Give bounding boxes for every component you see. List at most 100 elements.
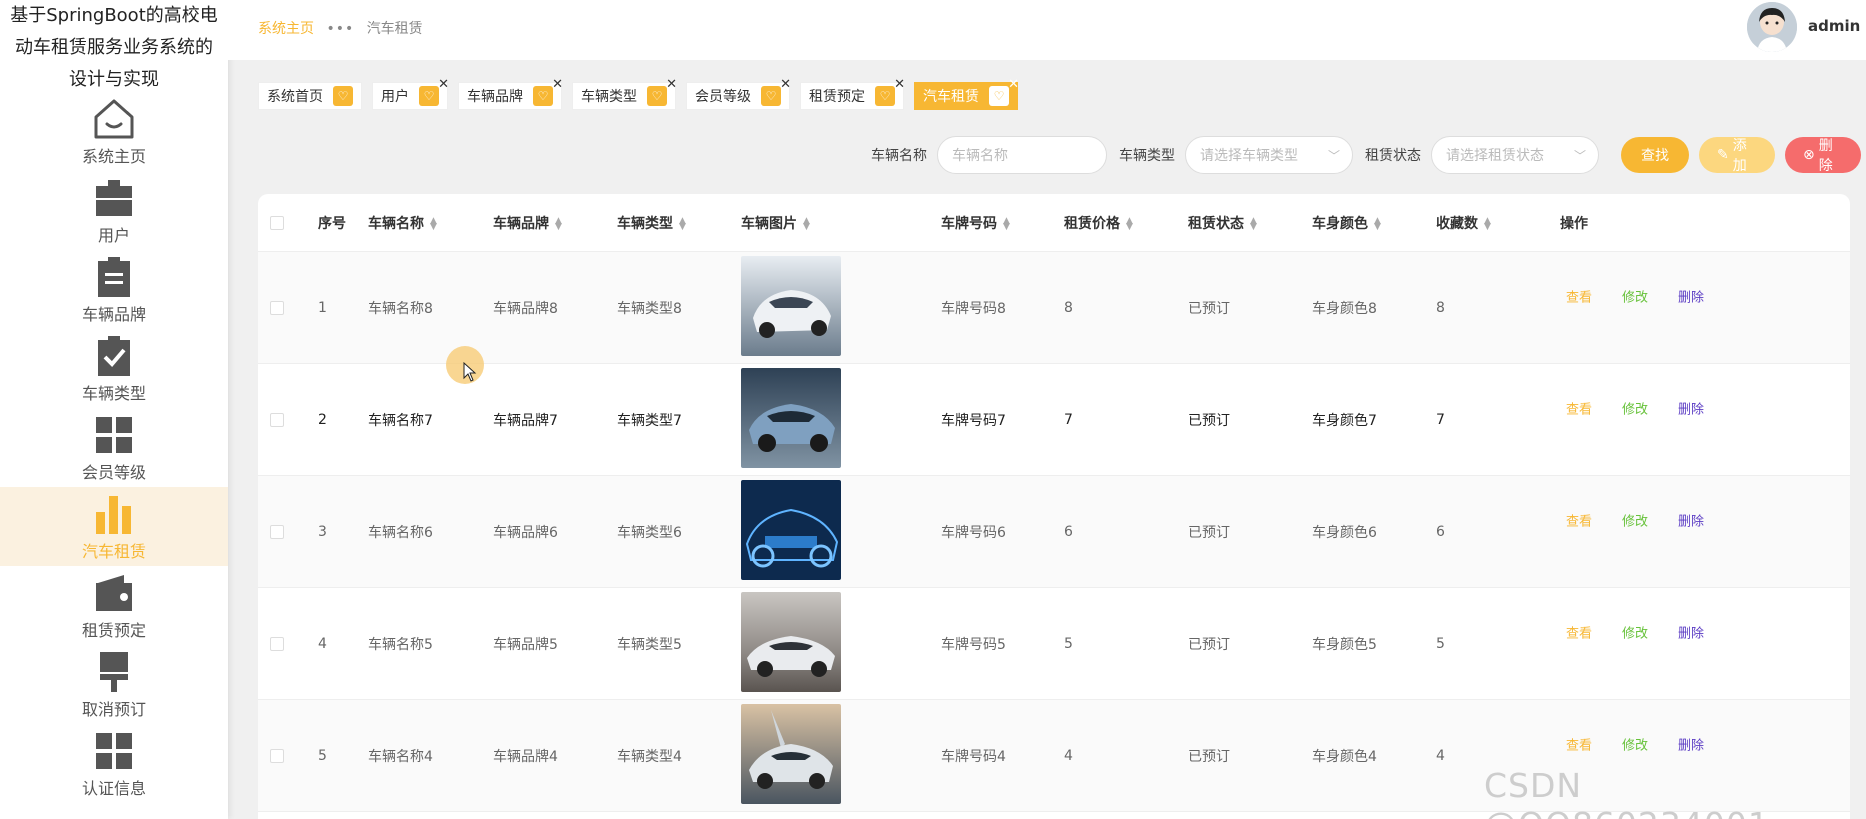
sidebar-item-label: 车辆类型 [81, 383, 146, 403]
sidebar-item-certification[interactable]: 认证信息 [0, 724, 228, 803]
edit-action[interactable]: 修改 [1622, 623, 1648, 642]
delete-action[interactable]: 删除 [1678, 735, 1704, 754]
sidebar-item-home[interactable]: 系统主页 [0, 92, 228, 171]
cell-type: 车辆类型8 [617, 300, 682, 317]
col-label: 租赁价格 [1064, 215, 1120, 232]
delete-action[interactable]: 删除 [1678, 623, 1704, 642]
car-image[interactable] [741, 367, 841, 472]
edit-action[interactable]: 修改 [1622, 735, 1648, 754]
find-label: 查找 [1641, 148, 1669, 164]
sidebar-item-brand[interactable]: 车辆品牌 [0, 250, 228, 329]
name-input[interactable]: 车辆名称 [937, 136, 1107, 174]
col-header-brand[interactable]: 车辆品牌 ▲ ▼ [493, 213, 562, 233]
close-icon[interactable]: ✕ [552, 77, 563, 92]
col-header-plate[interactable]: 车牌号码 ▲ ▼ [941, 213, 1010, 233]
row-checkbox[interactable] [270, 748, 284, 763]
car-image[interactable] [741, 591, 841, 696]
sidebar: 基于SpringBoot的高校电 动车租赁服务业务系统的 设计与实现 系统主页 … [0, 0, 228, 819]
cell-favorites: 8 [1436, 299, 1445, 316]
delete-label: 删除 [1818, 138, 1833, 174]
delete-button[interactable]: ⊗ 删除 [1785, 137, 1861, 174]
view-action[interactable]: 查看 [1566, 735, 1592, 754]
view-action[interactable]: 查看 [1566, 287, 1592, 306]
cell-brand: 车辆品牌7 [493, 412, 558, 429]
close-icon[interactable]: ✕ [666, 77, 677, 92]
type-select[interactable]: 请选择车辆类型 ﹀ [1185, 136, 1353, 174]
cell-price: 8 [1064, 299, 1073, 316]
tag-home[interactable]: 系统首页 ♡ [258, 82, 362, 110]
view-action[interactable]: 查看 [1566, 399, 1592, 418]
top-header: 系统主页 ••• 汽车租赁 admin [228, 0, 1866, 60]
col-header-color[interactable]: 车身颜色 ▲ ▼ [1312, 213, 1381, 233]
tag-reservation[interactable]: 租赁预定 ♡ ✕ [800, 77, 905, 110]
sidebar-item-label: 汽车租赁 [81, 541, 146, 561]
bar-chart-icon [92, 492, 136, 536]
tag-car-rental[interactable]: 汽车租赁 ♡ ✕ [914, 77, 1019, 110]
car-image[interactable] [741, 255, 841, 360]
sidebar-item-reservation[interactable]: 租赁预定 [0, 566, 228, 645]
select-all-checkbox[interactable] [270, 215, 284, 230]
cell-plate: 车牌号码5 [941, 636, 1006, 653]
status-select[interactable]: 请选择租赁状态 ﹀ [1431, 136, 1599, 174]
cell-color: 车身颜色8 [1312, 300, 1377, 317]
cell-price: 5 [1064, 635, 1073, 652]
col-label: 租赁状态 [1188, 215, 1244, 232]
col-header-status[interactable]: 租赁状态 ▲ ▼ [1188, 213, 1257, 233]
tag-type[interactable]: 车辆类型 ♡ ✕ [572, 77, 677, 110]
cell-index: 2 [318, 411, 327, 428]
view-action[interactable]: 查看 [1566, 511, 1592, 530]
sidebar-item-type[interactable]: 车辆类型 [0, 329, 228, 408]
col-label: 收藏数 [1436, 215, 1478, 232]
row-checkbox[interactable] [270, 412, 284, 427]
row-checkbox[interactable] [270, 636, 284, 651]
sidebar-item-label: 用户 [97, 225, 130, 245]
close-icon[interactable]: ✕ [1008, 77, 1019, 92]
car-image[interactable] [741, 703, 841, 808]
tag-brand[interactable]: 车辆品牌 ♡ ✕ [458, 77, 563, 110]
close-icon[interactable]: ✕ [438, 77, 449, 92]
home-icon [92, 97, 136, 141]
close-icon[interactable]: ✕ [894, 77, 905, 92]
chevron-down-icon: ﹀ [1573, 149, 1586, 163]
col-header-type[interactable]: 车辆类型 ▲ ▼ [617, 213, 686, 233]
breadcrumb-home[interactable]: 系统主页 [258, 21, 314, 37]
tag-users[interactable]: 用户 ♡ ✕ [372, 77, 449, 110]
tag-label: 用户 [381, 89, 409, 105]
cell-status: 已预订 [1188, 300, 1230, 317]
edit-action[interactable]: 修改 [1622, 399, 1648, 418]
table-row: 4 车辆名称5 车辆品牌5 车辆类型5 车牌号码5 5 已预订 车身颜色5 5 … [258, 588, 1850, 700]
view-action[interactable]: 查看 [1566, 623, 1592, 642]
cell-name: 车辆名称6 [368, 524, 433, 541]
find-button[interactable]: 查找 [1621, 137, 1689, 173]
cell-brand: 车辆品牌8 [493, 300, 558, 317]
close-icon[interactable]: ✕ [780, 77, 791, 92]
username[interactable]: admin [1808, 17, 1860, 35]
sort-icon: ▲ ▼ [1003, 215, 1010, 232]
edit-action[interactable]: 修改 [1622, 511, 1648, 530]
cell-name: 车辆名称5 [368, 636, 433, 653]
delete-action[interactable]: 删除 [1678, 511, 1704, 530]
sidebar-item-users[interactable]: 用户 [0, 171, 228, 250]
cell-favorites: 6 [1436, 523, 1445, 540]
avatar[interactable] [1747, 2, 1797, 52]
row-checkbox[interactable] [270, 300, 284, 315]
col-header-image[interactable]: 车辆图片 ▲ ▼ [741, 213, 810, 233]
row-checkbox[interactable] [270, 524, 284, 539]
sort-icon: ▲ ▼ [1250, 215, 1257, 232]
edit-action[interactable]: 修改 [1622, 287, 1648, 306]
car-image[interactable] [741, 479, 841, 584]
sidebar-item-cancel-reservation[interactable]: 取消预订 [0, 645, 228, 724]
col-header-name[interactable]: 车辆名称 ▲ ▼ [368, 213, 437, 233]
delete-action[interactable]: 删除 [1678, 287, 1704, 306]
tag-member-level[interactable]: 会员等级 ♡ ✕ [686, 77, 791, 110]
tag-label: 系统首页 [267, 89, 323, 105]
cell-price: 7 [1064, 411, 1073, 428]
add-button[interactable]: ✎ 添加 [1699, 137, 1775, 174]
heart-icon: ♡ [989, 86, 1009, 106]
sidebar-item-member-level[interactable]: 会员等级 [0, 408, 228, 487]
delete-action[interactable]: 删除 [1678, 399, 1704, 418]
col-header-favorites[interactable]: 收藏数 ▲ ▼ [1436, 213, 1491, 233]
sidebar-item-car-rental[interactable]: 汽车租赁 [0, 487, 228, 566]
cell-brand: 车辆品牌5 [493, 636, 558, 653]
col-header-price[interactable]: 租赁价格 ▲ ▼ [1064, 213, 1133, 233]
